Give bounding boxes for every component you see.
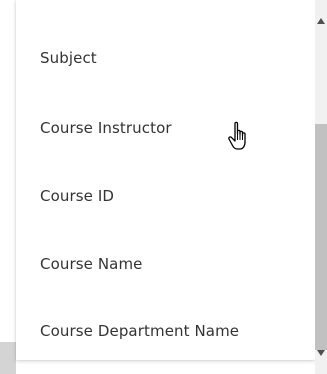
vertical-scrollbar[interactable] bbox=[315, 0, 327, 374]
triangle-up-icon bbox=[317, 18, 325, 24]
dropdown-option-course-department-name[interactable]: Course Department Name bbox=[16, 309, 315, 353]
scroll-down-button[interactable] bbox=[315, 346, 327, 360]
underlying-panel-edge bbox=[0, 342, 16, 374]
dropdown-option-course-name[interactable]: Course Name bbox=[16, 242, 315, 286]
triangle-down-icon bbox=[317, 350, 325, 356]
dropdown-option-subject[interactable]: Subject bbox=[16, 36, 315, 80]
dropdown-option-course-instructor[interactable]: Course Instructor bbox=[16, 106, 315, 150]
dropdown-option-course-id[interactable]: Course ID bbox=[16, 174, 315, 218]
dropdown-menu: Subject Course Instructor Course ID Cour… bbox=[16, 0, 315, 360]
scroll-thumb[interactable] bbox=[315, 124, 327, 350]
scroll-up-button[interactable] bbox=[315, 14, 327, 28]
